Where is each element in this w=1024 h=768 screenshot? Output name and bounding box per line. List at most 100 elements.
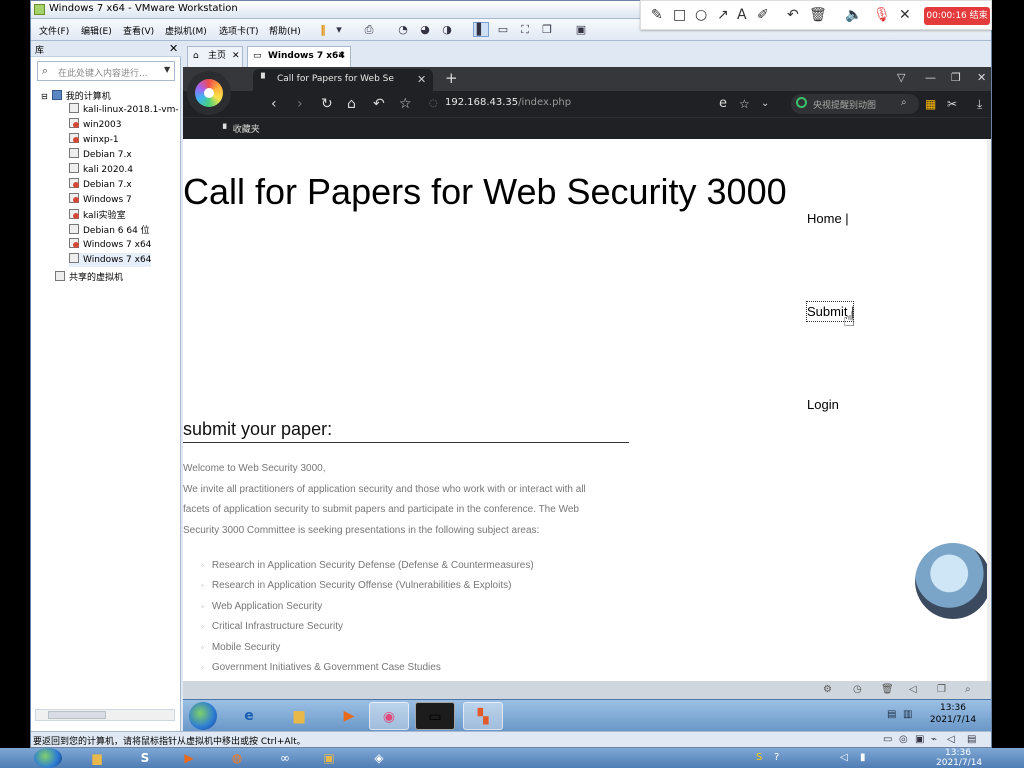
sogou-icon[interactable]: S <box>132 750 158 766</box>
hdd-icon[interactable]: ▭ <box>883 734 892 745</box>
close-icon[interactable]: ✕ <box>417 73 426 86</box>
tree-item-vm[interactable]: Debian 7.x <box>69 178 132 192</box>
speaker-icon[interactable]: 🔈 <box>845 7 862 23</box>
close-icon[interactable]: ✕ <box>169 42 178 55</box>
signal-tray-icon[interactable]: ▮ <box>860 752 866 763</box>
burp-icon[interactable]: ▚ <box>463 702 503 730</box>
mic-muted-icon[interactable]: 🎙 <box>873 7 891 23</box>
home-icon[interactable]: ⌂ <box>347 96 356 112</box>
fullscreen-icon[interactable]: ⛶ <box>517 22 533 37</box>
tree-item-vm[interactable]: Debian 7.x <box>69 148 132 162</box>
console-view-icon[interactable]: ▣ <box>573 22 589 37</box>
app-icon[interactable]: ◈ <box>366 750 392 766</box>
collapse-icon[interactable]: ⊟ <box>41 92 48 101</box>
usb-icon[interactable]: ⌁ <box>931 734 937 745</box>
close-icon[interactable]: ✕ <box>899 7 911 23</box>
back-icon[interactable]: ‹ <box>271 96 277 112</box>
trash-icon[interactable]: 🗑 <box>881 684 894 695</box>
chevron-down-icon[interactable]: ▼ <box>164 65 170 74</box>
history-icon[interactable]: ◷ <box>853 684 862 695</box>
apps-icon[interactable]: ▦ <box>925 96 936 112</box>
engine-icon[interactable]: e <box>719 96 727 112</box>
help-tray-icon[interactable]: ? <box>774 752 779 763</box>
thumbnail-bar-icon[interactable]: ▭ <box>495 22 511 37</box>
bookmark-favorites[interactable]: ▘ 收藏夹 <box>223 122 260 135</box>
minimize-icon[interactable]: — <box>925 71 936 84</box>
scrollbar-thumb[interactable] <box>48 711 106 719</box>
pause-dropdown-icon[interactable]: ▾ <box>331 22 347 37</box>
trash-icon[interactable]: 🗑 <box>809 7 827 23</box>
tree-root[interactable]: ⊟ 我的计算机 <box>41 89 111 103</box>
library-hscrollbar[interactable] <box>35 709 175 721</box>
pause-icon[interactable]: ‖ <box>315 22 331 37</box>
tree-item-vm[interactable]: kali实验室 <box>69 208 126 222</box>
unity-icon[interactable]: ❐ <box>539 22 555 37</box>
menu-help[interactable]: 帮助(H) <box>269 24 301 37</box>
firefox-icon[interactable]: ◍ <box>224 750 250 766</box>
undo-icon[interactable]: ↶ <box>787 7 799 23</box>
nav-login-link[interactable]: Login <box>807 397 839 412</box>
volume-tray-icon[interactable]: ◁ <box>840 752 848 763</box>
browser-search-input[interactable]: 央视提醒别动图 ⌕ <box>791 94 919 114</box>
tree-item-vm[interactable]: winxp-1 <box>69 133 119 147</box>
circle-icon[interactable]: ○ <box>695 7 707 23</box>
favorite-icon[interactable]: ☆ <box>739 96 750 112</box>
text-tool-icon[interactable]: A <box>737 7 747 23</box>
address-bar[interactable]: 192.168.43.35/index.php <box>445 97 571 108</box>
tree-item-vm[interactable]: Windows 7 <box>69 193 132 207</box>
explorer-icon[interactable]: ▆ <box>279 702 319 730</box>
sogou-tray-icon[interactable]: S <box>756 752 762 763</box>
undo-icon[interactable]: ↶ <box>373 96 385 112</box>
show-library-icon[interactable]: ▌ <box>473 22 489 37</box>
media-player-icon[interactable]: ▶ <box>329 702 369 730</box>
shirt-icon[interactable]: ▽ <box>897 71 905 84</box>
send-ctrl-alt-del-icon[interactable]: ⎙ <box>361 22 377 37</box>
close-icon[interactable]: ✕ <box>232 47 240 66</box>
nav-home-link[interactable]: Home | <box>807 211 849 226</box>
tab-windows7[interactable]: ▭ Windows 7 x64 ✕ <box>247 46 351 67</box>
message-icon[interactable]: ▤ <box>967 734 976 745</box>
tree-item-vm[interactable]: win2003 <box>69 118 121 132</box>
guest-screen[interactable]: ▘ Call for Papers for Web Se ✕ + ▽ — ❐ ✕… <box>183 67 991 731</box>
ie-icon[interactable]: e <box>229 702 269 730</box>
tree-shared[interactable]: 共享的虚拟机 <box>55 270 123 284</box>
recording-timer-button[interactable]: 00:00:16 结束 <box>924 7 990 25</box>
library-search-input[interactable]: ⌕ 在此处键入内容进行... ▼ <box>37 61 175 81</box>
browser-taskbar-icon[interactable]: ◉ <box>369 702 409 730</box>
settings-icon[interactable]: ⚙ <box>823 684 832 695</box>
tree-item-vm[interactable]: Windows 7 x64 <box>69 253 152 267</box>
tree-item-vm[interactable]: kali 2020.4 <box>69 163 133 177</box>
reload-icon[interactable]: ↻ <box>321 96 333 112</box>
snapshot-icon[interactable]: ◔ <box>395 22 411 37</box>
tree-item-vm[interactable]: Windows 7 x64 <box>69 238 151 252</box>
cloud-app-icon[interactable]: ∞ <box>272 750 298 766</box>
menu-vm[interactable]: 虚拟机(M) <box>165 24 207 37</box>
close-icon[interactable]: ✕ <box>338 47 346 66</box>
browser-logo[interactable] <box>187 71 231 115</box>
menu-tabs[interactable]: 选项卡(T) <box>219 24 259 37</box>
star-icon[interactable]: ☆ <box>399 96 412 112</box>
close-window-icon[interactable]: ✕ <box>977 71 986 84</box>
menu-file[interactable]: 文件(F) <box>39 24 69 37</box>
explorer-icon[interactable]: ▆ <box>84 750 110 766</box>
tree-item-vm[interactable]: kali-linux-2018.1-vm- <box>69 103 179 117</box>
mascot-widget-icon[interactable] <box>915 543 991 619</box>
chevron-down-icon[interactable]: ⌄ <box>761 96 769 112</box>
search-icon[interactable]: ⌕ <box>901 97 907 108</box>
volume-icon[interactable]: ◁ <box>909 684 917 695</box>
tab-home[interactable]: ⌂ 主页 ✕ <box>187 46 243 67</box>
new-tab-icon[interactable]: + <box>445 69 458 87</box>
search-icon[interactable]: ⌕ <box>965 684 971 695</box>
snapshot-manager-icon[interactable]: ◑ <box>439 22 455 37</box>
window-icon[interactable]: ❐ <box>937 684 946 695</box>
vmware-taskbar-icon[interactable]: ▣ <box>316 750 342 766</box>
cd-icon[interactable]: ◎ <box>899 734 908 745</box>
highlighter-icon[interactable]: ✐ <box>757 7 769 23</box>
revert-snapshot-icon[interactable]: ◕ <box>417 22 433 37</box>
rectangle-icon[interactable]: □ <box>673 7 686 23</box>
browser-tab[interactable]: ▘ Call for Papers for Web Se ✕ <box>253 69 433 91</box>
tray-icon[interactable]: ▤ <box>887 709 896 720</box>
forward-icon[interactable]: › <box>297 96 303 112</box>
restore-icon[interactable]: ❐ <box>951 71 961 84</box>
menu-edit[interactable]: 编辑(E) <box>81 24 112 37</box>
